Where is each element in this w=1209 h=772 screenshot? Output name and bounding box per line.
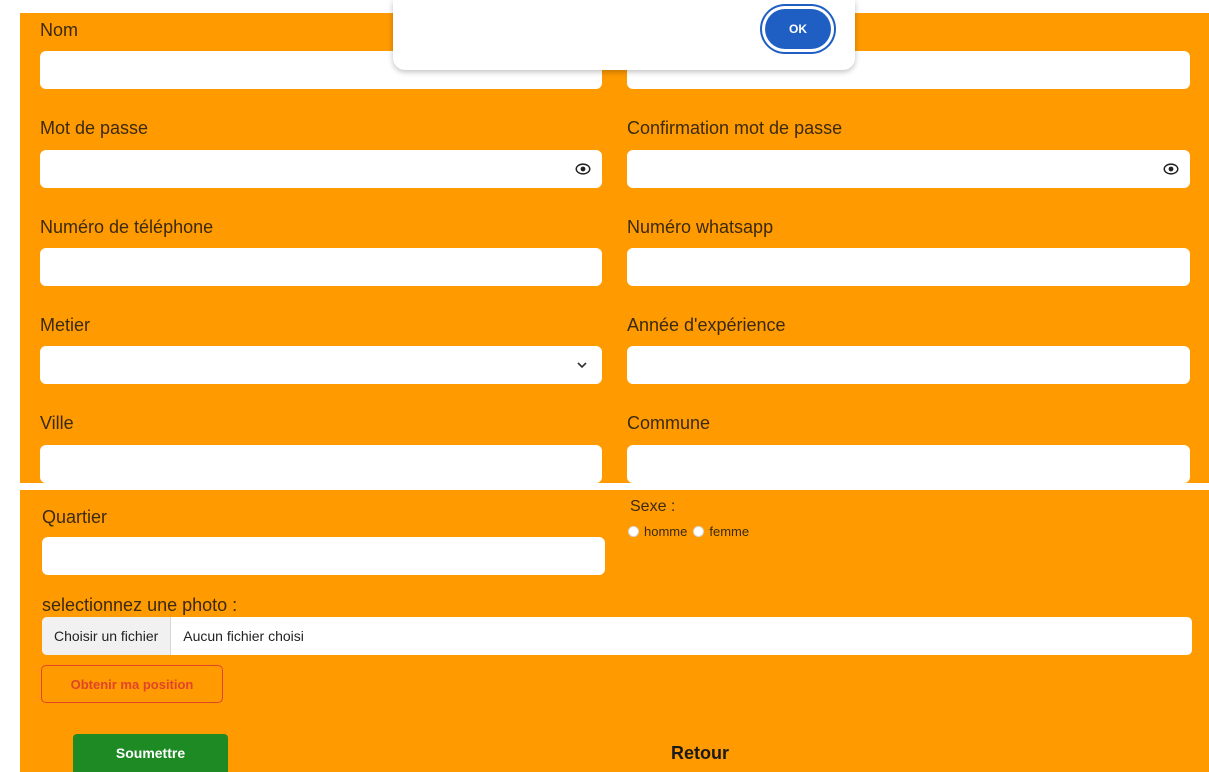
- sexe-radio-group: homme femme: [628, 524, 749, 539]
- chevron-down-icon: [577, 362, 587, 369]
- file-status: Aucun fichier choisi: [183, 628, 304, 644]
- commune-input[interactable]: [627, 445, 1190, 483]
- ville-label: Ville: [40, 413, 74, 433]
- photo-label: selectionnez une photo :: [42, 595, 238, 615]
- alert-dialog: OK: [393, 0, 855, 70]
- radio-homme-label: homme: [644, 524, 688, 539]
- commune-label: Commune: [627, 413, 711, 433]
- confirm-password-input[interactable]: [627, 150, 1190, 188]
- experience-input[interactable]: [627, 346, 1190, 384]
- phone-input[interactable]: [40, 248, 602, 286]
- metier-label: Metier: [40, 315, 91, 335]
- radio-homme[interactable]: [628, 526, 639, 537]
- submit-button[interactable]: Soumettre: [73, 734, 228, 772]
- metier-select[interactable]: [40, 346, 602, 384]
- back-link[interactable]: Retour: [671, 743, 729, 764]
- ville-input[interactable]: [40, 445, 602, 483]
- ok-button[interactable]: OK: [765, 9, 831, 49]
- quartier-input[interactable]: [42, 537, 605, 575]
- password-label: Mot de passe: [40, 118, 149, 138]
- confirm-password-label: Confirmation mot de passe: [627, 118, 843, 138]
- sexe-label: Sexe :: [630, 498, 676, 515]
- password-input[interactable]: [40, 150, 602, 188]
- phone-label: Numéro de téléphone: [40, 217, 214, 237]
- whatsapp-label: Numéro whatsapp: [627, 217, 774, 237]
- get-position-button[interactable]: Obtenir ma position: [41, 665, 223, 703]
- eye-icon[interactable]: [1162, 160, 1180, 178]
- choose-file-button[interactable]: Choisir un fichier: [42, 617, 172, 655]
- photo-file-input[interactable]: Choisir un fichier Aucun fichier choisi: [42, 617, 1192, 655]
- radio-femme-label: femme: [709, 524, 750, 539]
- eye-icon[interactable]: [574, 160, 592, 178]
- quartier-label: Quartier: [42, 507, 108, 527]
- whatsapp-input[interactable]: [627, 248, 1190, 286]
- experience-label: Année d'expérience: [627, 315, 786, 335]
- nom-label: Nom: [40, 20, 79, 40]
- radio-femme[interactable]: [693, 526, 705, 537]
